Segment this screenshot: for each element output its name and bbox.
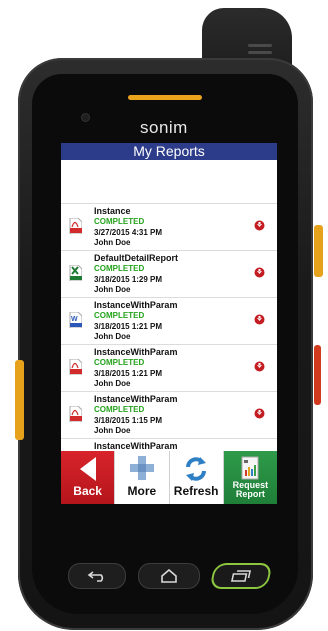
hardware-recents-key[interactable] — [209, 563, 273, 589]
hardware-back-key[interactable] — [68, 563, 126, 589]
pdf-file-icon — [69, 218, 82, 234]
back-arrow-icon — [79, 457, 96, 481]
pdf-file-icon — [69, 359, 82, 375]
list-item[interactable]: W InstanceWithParam COMPLETED 3/18/2015 … — [61, 297, 277, 344]
refresh-button[interactable]: Refresh — [169, 451, 224, 504]
status-badge: COMPLETED — [94, 311, 145, 320]
recents-key-icon — [230, 570, 252, 582]
pdf-file-icon — [69, 406, 82, 422]
more-label: More — [127, 484, 157, 498]
svg-text:W: W — [71, 316, 78, 323]
report-name: InstanceWithParam — [94, 441, 178, 451]
download-arrow-icon[interactable] — [254, 220, 265, 231]
status-badge: COMPLETED — [94, 358, 145, 367]
report-user: John Doe — [94, 332, 131, 341]
report-date: 3/18/2015 1:29 PM — [94, 275, 163, 284]
side-button-left[interactable] — [15, 360, 24, 440]
xls-file-icon — [69, 265, 82, 281]
report-user: John Doe — [94, 238, 131, 247]
side-button-right[interactable] — [314, 225, 323, 277]
earpiece — [128, 95, 202, 100]
plus-icon — [129, 456, 154, 480]
hardware-keys — [68, 563, 273, 589]
antenna-slot — [248, 44, 272, 47]
report-date: 3/18/2015 1:21 PM — [94, 369, 163, 378]
list-item[interactable]: InstanceWithParam COMPLETED 3/18/2015 1:… — [61, 344, 277, 391]
request-report-label: Request Report — [232, 480, 269, 499]
refresh-label: Refresh — [173, 484, 219, 498]
report-date: 3/18/2015 1:21 PM — [94, 322, 163, 331]
download-arrow-icon[interactable] — [254, 361, 265, 372]
bottom-toolbar: Back More Refresh Request Report — [61, 451, 277, 504]
report-name: InstanceWithParam — [94, 394, 178, 404]
back-button[interactable]: Back — [61, 451, 116, 504]
list-item[interactable]: InstanceWithParam — [61, 438, 277, 451]
list-item[interactable]: InstanceWithParam COMPLETED 3/18/2015 1:… — [61, 391, 277, 438]
page-title: My Reports — [61, 143, 277, 160]
report-user: John Doe — [94, 426, 131, 435]
status-badge: COMPLETED — [94, 264, 145, 273]
report-date: 3/18/2015 1:15 PM — [94, 416, 163, 425]
report-list[interactable]: Instance COMPLETED 3/27/2015 4:31 PM Joh… — [61, 203, 277, 451]
request-report-button[interactable]: Request Report — [223, 451, 277, 504]
request-report-icon — [241, 456, 259, 480]
download-arrow-icon[interactable] — [254, 314, 265, 325]
download-arrow-icon[interactable] — [254, 408, 265, 419]
back-key-icon — [87, 571, 104, 582]
list-item[interactable]: DefaultDetailReport COMPLETED 3/18/2015 … — [61, 250, 277, 297]
header-space — [61, 160, 277, 203]
refresh-icon — [186, 457, 207, 481]
report-name: InstanceWithParam — [94, 347, 178, 357]
report-user: John Doe — [94, 379, 131, 388]
more-button[interactable]: More — [115, 451, 170, 504]
report-user: John Doe — [94, 285, 131, 294]
status-badge: COMPLETED — [94, 217, 145, 226]
list-item[interactable]: Instance COMPLETED 3/27/2015 4:31 PM Joh… — [61, 203, 277, 250]
report-name: Instance — [94, 206, 131, 216]
hardware-home-key[interactable] — [138, 563, 200, 589]
app-screen: My Reports Instance COMPLETED 3/27/2015 … — [61, 143, 277, 504]
back-label: Back — [73, 484, 102, 498]
report-date: 3/27/2015 4:31 PM — [94, 228, 163, 237]
report-name: InstanceWithParam — [94, 300, 178, 310]
home-key-icon — [161, 569, 177, 583]
download-arrow-icon[interactable] — [254, 267, 265, 278]
report-name: DefaultDetailReport — [94, 253, 179, 263]
front-camera — [82, 114, 89, 121]
brand-logo: sonim — [140, 118, 188, 137]
side-button-red[interactable] — [314, 345, 321, 405]
antenna-slot — [248, 51, 272, 54]
status-badge: COMPLETED — [94, 405, 145, 414]
doc-file-icon: W — [69, 312, 82, 328]
